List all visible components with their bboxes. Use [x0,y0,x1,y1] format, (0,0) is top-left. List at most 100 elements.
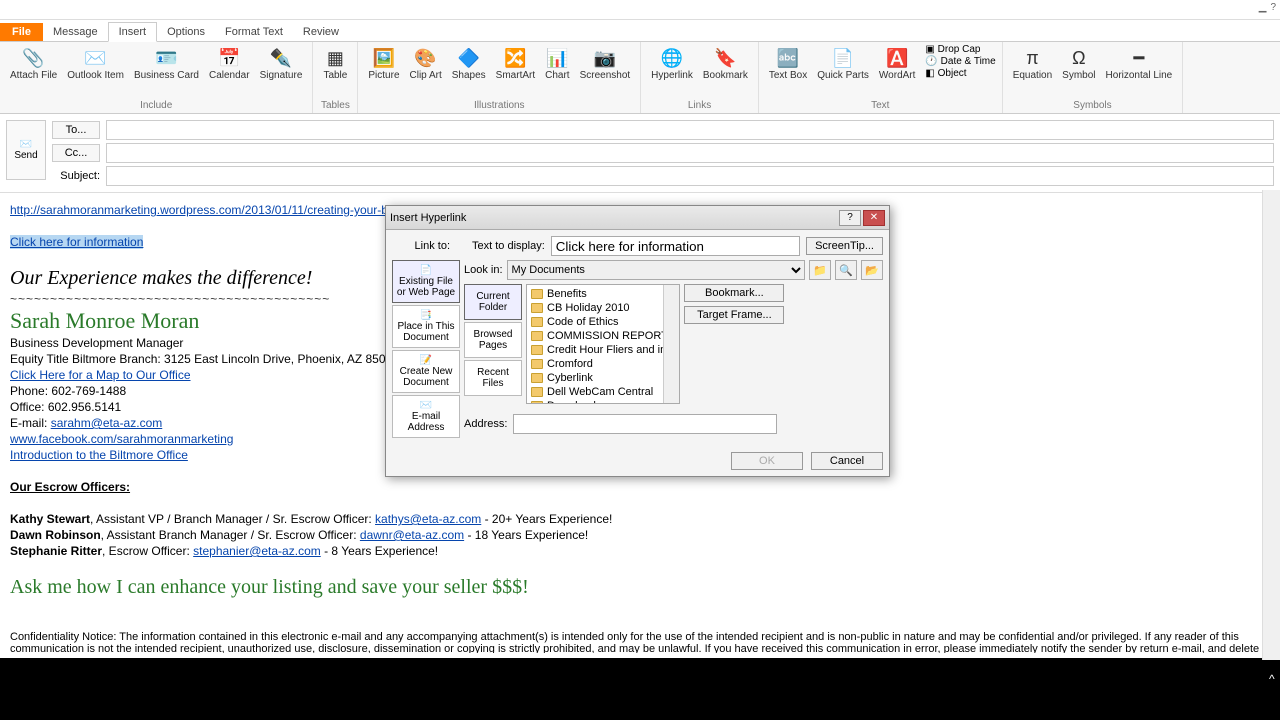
card-icon: 🪪 [154,46,178,70]
intro-link[interactable]: Introduction to the Biltmore Office [10,448,188,462]
click-info-link[interactable]: Click here for information [10,235,143,249]
subject-input[interactable] [106,166,1274,186]
to-input[interactable] [106,120,1274,140]
browsed-pages-tab[interactable]: Browsed Pages [464,322,522,358]
up-folder-button[interactable]: 📁 [809,260,831,280]
address-input[interactable] [513,414,777,434]
chart-icon: 📊 [545,46,569,70]
object-button[interactable]: ◧ Object [925,68,995,79]
screentip-button[interactable]: ScreenTip... [806,237,883,255]
file-item[interactable]: Downloads [529,399,677,404]
dawn-email-link[interactable]: dawnr@eta-az.com [360,528,464,542]
folder-icon [531,303,543,313]
send-button[interactable]: ✉️ Send [6,120,46,180]
picture-button[interactable]: 🖼️Picture [364,44,403,83]
outlook-item-button[interactable]: ✉️Outlook Item [63,44,128,83]
hyperlink-button[interactable]: 🌐Hyperlink [647,44,697,83]
linkto-place[interactable]: 📑Place in This Document [392,305,460,348]
help-icon[interactable]: ? [1270,2,1276,13]
tab-options[interactable]: Options [157,23,215,41]
tab-format-text[interactable]: Format Text [215,23,293,41]
table-button[interactable]: ▦Table [319,44,351,83]
file-item[interactable]: Cyberlink [529,371,677,385]
dropcap-button[interactable]: ▣ Drop Cap [925,44,995,55]
file-list-scrollbar[interactable] [663,285,679,403]
textbox-icon: 🔤 [776,46,800,70]
text-display-input[interactable] [551,236,800,256]
to-button[interactable]: To... [52,121,100,139]
steph-email-link[interactable]: stephanier@eta-az.com [193,544,321,558]
linkto-existing[interactable]: 📄Existing File or Web Page [392,260,460,303]
document-icon: 📑 [395,310,457,321]
cc-input[interactable] [106,143,1274,163]
browse-web-button[interactable]: 🔍 [835,260,857,280]
wordart-button[interactable]: 🅰️WordArt [875,44,920,83]
officers-header: Our Escrow Officers: [10,480,130,494]
cc-button[interactable]: Cc... [52,144,100,162]
file-item[interactable]: Code of Ethics [529,315,677,329]
file-item[interactable]: COMMISSION REPORTS [529,329,677,343]
file-item[interactable]: CB Holiday 2010 [529,301,677,315]
browse-file-button[interactable]: 📂 [861,260,883,280]
tab-insert[interactable]: Insert [108,22,158,42]
linkto-create[interactable]: 📝Create New Document [392,350,460,393]
minimize-icon[interactable]: ▁ [1259,2,1267,13]
ribbon-tabs: File Message Insert Options Format Text … [0,20,1280,42]
recent-files-tab[interactable]: Recent Files [464,360,522,396]
envelope-icon: ✉️ [84,46,108,70]
facebook-link[interactable]: www.facebook.com/sarahmoranmarketing [10,432,233,446]
file-item[interactable]: Benefits [529,287,677,301]
kathy-email-link[interactable]: kathys@eta-az.com [375,512,481,526]
map-link[interactable]: Click Here for a Map to Our Office [10,368,191,382]
dialog-close-button[interactable]: ✕ [863,210,885,226]
ask-tagline: Ask me how I can enhance your listing an… [10,576,1270,599]
tab-review[interactable]: Review [293,23,349,41]
shapes-button[interactable]: 🔷Shapes [448,44,490,83]
folder-icon [531,401,543,404]
signature-button[interactable]: ✒️Signature [256,44,307,83]
email-label: E-mail: [10,416,47,430]
file-item[interactable]: Cromford [529,357,677,371]
clipart-button[interactable]: 🎨Clip Art [406,44,446,83]
linkto-email[interactable]: ✉️E-mail Address [392,395,460,438]
dawn-name: Dawn Robinson [10,528,101,542]
tab-message[interactable]: Message [43,23,108,41]
screenshot-button[interactable]: 📷Screenshot [576,44,635,83]
ok-button[interactable]: OK [731,452,803,470]
body-scrollbar[interactable] [1262,190,1280,660]
lookin-select[interactable]: My Documents [507,260,805,280]
equation-button[interactable]: πEquation [1009,44,1056,83]
file-list[interactable]: BenefitsCB Holiday 2010Code of EthicsCOM… [526,284,680,404]
tab-file[interactable]: File [0,23,43,41]
current-folder-tab[interactable]: Current Folder [464,284,522,320]
group-text-label: Text [871,98,889,113]
cancel-button[interactable]: Cancel [811,452,883,470]
symbol-button[interactable]: ΩSymbol [1058,44,1099,83]
datetime-button[interactable]: 🕐 Date & Time [925,56,995,67]
smartart-button[interactable]: 🔀SmartArt [492,44,539,83]
hline-button[interactable]: ━Horizontal Line [1102,44,1177,83]
hline-icon: ━ [1127,46,1151,70]
textbox-button[interactable]: 🔤Text Box [765,44,811,83]
send-icon: ✉️ [20,139,32,150]
attach-file-button[interactable]: 📎Attach File [6,44,61,83]
calendar-button[interactable]: 📅Calendar [205,44,254,83]
file-item[interactable]: Credit Hour Fliers and info [529,343,677,357]
target-frame-button[interactable]: Target Frame... [684,306,784,324]
ribbon: 📎Attach File ✉️Outlook Item 🪪Business Ca… [0,42,1280,114]
bookmark-icon: 🔖 [713,46,737,70]
chart-button[interactable]: 📊Chart [541,44,573,83]
file-item[interactable]: Dell WebCam Central [529,385,677,399]
business-card-button[interactable]: 🪪Business Card [130,44,203,83]
dialog-bookmark-button[interactable]: Bookmark... [684,284,784,302]
omega-icon: Ω [1067,46,1091,70]
folder-icon [531,359,543,369]
quickparts-button[interactable]: 📄Quick Parts [813,44,873,83]
globe-icon: 🌐 [660,46,684,70]
dialog-help-button[interactable]: ? [839,210,861,226]
kathy-name: Kathy Stewart [10,512,90,526]
new-doc-icon: 📝 [395,355,457,366]
bookmark-button[interactable]: 🔖Bookmark [699,44,752,83]
folder-icon [531,289,543,299]
email-link[interactable]: sarahm@eta-az.com [51,416,163,430]
